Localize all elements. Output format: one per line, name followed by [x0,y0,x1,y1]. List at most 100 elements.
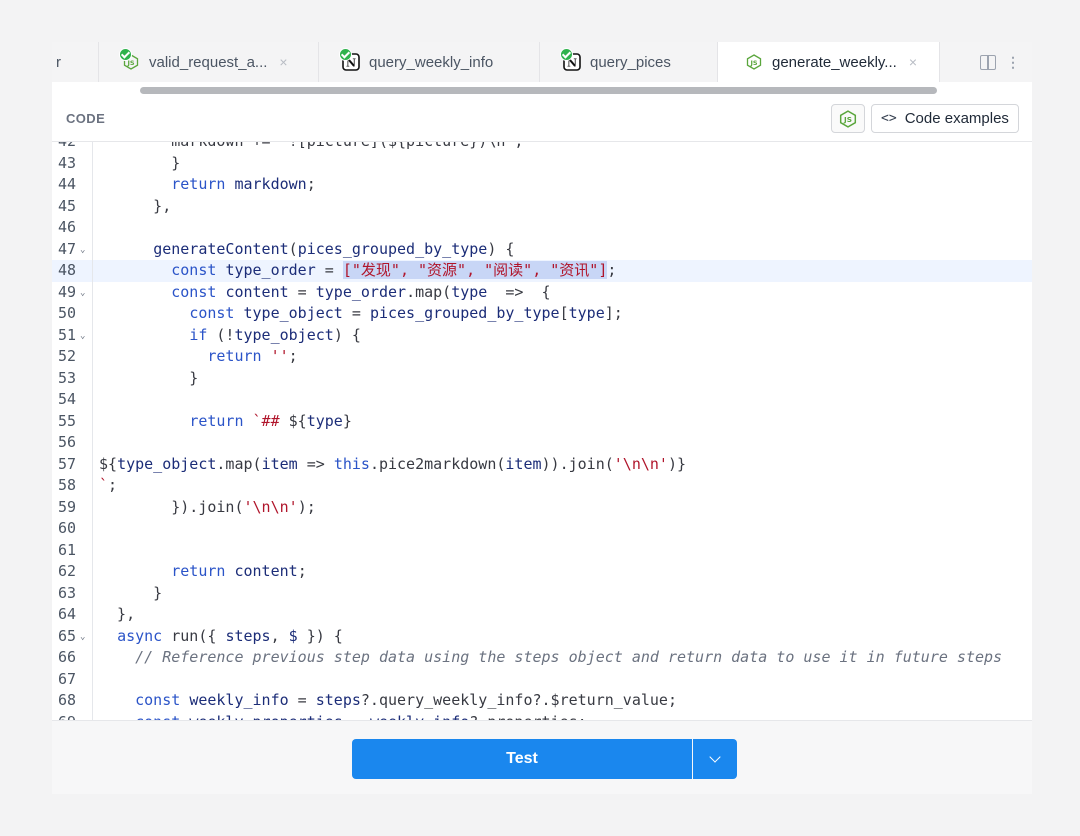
code-editor[interactable]: 42 markdown += `![picture](${picture})\n… [52,142,1032,720]
line-number: 61 [58,540,77,559]
code-line[interactable]: 62 return content; [52,561,1032,583]
code-line[interactable]: 49 ⌄ const content = type_order.map(type … [52,281,1032,305]
close-tab-icon[interactable]: × [909,54,917,70]
code-line[interactable]: 57 ${type_object.map(item => this.pice2ma… [52,453,1032,475]
success-check-icon [560,48,573,61]
line-number: 49 [58,282,77,301]
line-gutter: 44 [52,174,93,196]
code-line[interactable]: 69 const weekly_properties = weekly_info… [52,711,1032,721]
line-number: 44 [58,175,77,193]
code-line[interactable]: 51 ⌄ if (!type_object) { [52,324,1032,348]
code-text: ${type_object.map(item => this.pice2mark… [99,454,687,473]
nodejs-icon: JS [839,109,857,128]
line-number: 58 [58,476,77,494]
code-line[interactable]: 44 return markdown; [52,174,1032,196]
code-section-header: CODE JS <> Code examples [52,94,1032,142]
line-gutter: 43 [52,152,93,174]
fold-chevron-icon[interactable]: ⌄ [80,627,85,649]
line-gutter: 60 [52,518,93,540]
line-number: 69 [58,712,76,721]
split-view-icon[interactable] [980,54,996,70]
code-line[interactable]: 68 const weekly_info = steps?.query_week… [52,690,1032,712]
line-gutter: 61 [52,539,93,561]
code-line[interactable]: 65 ⌄ async run({ steps, $ }) { [52,625,1032,649]
line-gutter: 58 [52,475,93,497]
line-number: 56 [58,433,77,451]
code-line[interactable]: 58 `; [52,475,1032,497]
line-gutter: 47 ⌄ [52,238,93,262]
code-line[interactable]: 45 }, [52,195,1032,217]
code-text: markdown += `![picture](${picture})\n`; [99,142,523,153]
code-line[interactable]: 47 ⌄ generateContent(pices_grouped_by_typ… [52,238,1032,262]
code-line[interactable]: 64 }, [52,604,1032,626]
code-line[interactable]: 43 } [52,152,1032,174]
fold-chevron-icon[interactable]: ⌄ [80,240,85,262]
code-line[interactable]: 50 const type_object = pices_grouped_by_… [52,303,1032,325]
code-brackets-icon: <> [881,111,897,126]
success-check-icon [119,48,132,61]
line-gutter: 66 [52,647,93,669]
code-line[interactable]: 67 [52,668,1032,690]
tab-scrollbar-thumb[interactable] [140,87,937,94]
code-line[interactable]: 56 [52,432,1032,454]
tabbar-actions: ⋮ [980,42,1020,82]
line-number: 55 [58,411,77,430]
line-number: 68 [58,691,77,709]
code-line[interactable]: 54 [52,389,1032,411]
test-options-dropdown[interactable] [693,739,737,779]
code-text: const type_object = pices_grouped_by_typ… [189,304,623,322]
line-gutter: 56 [52,432,93,454]
line-gutter: 51 ⌄ [52,324,93,348]
close-tab-icon[interactable]: × [279,54,287,70]
line-gutter: 42 [52,142,93,153]
line-gutter: 45 [52,195,93,217]
code-line[interactable]: 63 } [52,582,1032,604]
fold-chevron-icon[interactable]: ⌄ [80,283,85,305]
line-number: 59 [58,497,77,516]
code-text: const weekly_info = steps?.query_weekly_… [135,691,677,709]
tab-query-pices[interactable]: Nquery_pices [540,42,718,82]
code-text: } [99,153,181,172]
code-text: return ''; [207,347,298,365]
code-line[interactable]: 55 return `## ${type} [52,410,1032,432]
code-line[interactable]: 60 [52,518,1032,540]
tab-label: valid_request_a... [149,53,268,71]
code-line[interactable]: 59 }).join('\n\n'); [52,496,1032,518]
tab-label: r [56,53,61,71]
fold-chevron-icon[interactable]: ⌄ [80,326,85,348]
svg-text:JS: JS [749,59,757,67]
success-check-icon [339,48,352,61]
line-gutter: 64 [52,604,93,626]
line-number: 50 [58,304,77,322]
line-gutter: 52 [52,346,93,368]
code-text: generateContent(pices_grouped_by_type) { [153,239,515,258]
code-line[interactable]: 48 const type_order = ["发现", "资源", "阅读",… [52,260,1032,282]
step-editor-panel: r JS valid_request_a... × Nquery_weekly_info… [52,42,1032,794]
tab-generate-weekly[interactable]: JS generate_weekly... × [718,42,940,82]
code-examples-button[interactable]: <> Code examples [871,104,1019,133]
code-text: }, [99,196,172,215]
more-options-icon[interactable]: ⋮ [1006,55,1020,69]
code-text: } [99,368,199,387]
tab-label: query_weekly_info [369,53,494,71]
code-text: }).join('\n\n'); [99,497,316,516]
language-button[interactable]: JS [831,104,865,133]
tab-r[interactable]: r [52,42,99,82]
line-number: 63 [58,583,77,602]
code-line[interactable]: 42 markdown += `![picture](${picture})\n… [52,142,1032,153]
notion-icon: N [339,48,363,73]
code-text: // Reference previous step data using th… [135,648,1003,666]
line-gutter: 54 [52,389,93,411]
line-number: 43 [58,153,77,172]
code-line[interactable]: 61 [52,539,1032,561]
test-button[interactable]: Test [352,739,692,779]
line-gutter: 57 [52,453,93,475]
line-gutter: 46 [52,217,93,239]
code-line[interactable]: 46 [52,217,1032,239]
tab-query-weekly-info[interactable]: Nquery_weekly_info [319,42,540,82]
line-number: 67 [58,669,77,688]
code-line[interactable]: 52 return ''; [52,346,1032,368]
code-line[interactable]: 66 // Reference previous step data using… [52,647,1032,669]
code-line[interactable]: 53 } [52,367,1032,389]
tab-valid-request-a[interactable]: JS valid_request_a... × [99,42,319,82]
